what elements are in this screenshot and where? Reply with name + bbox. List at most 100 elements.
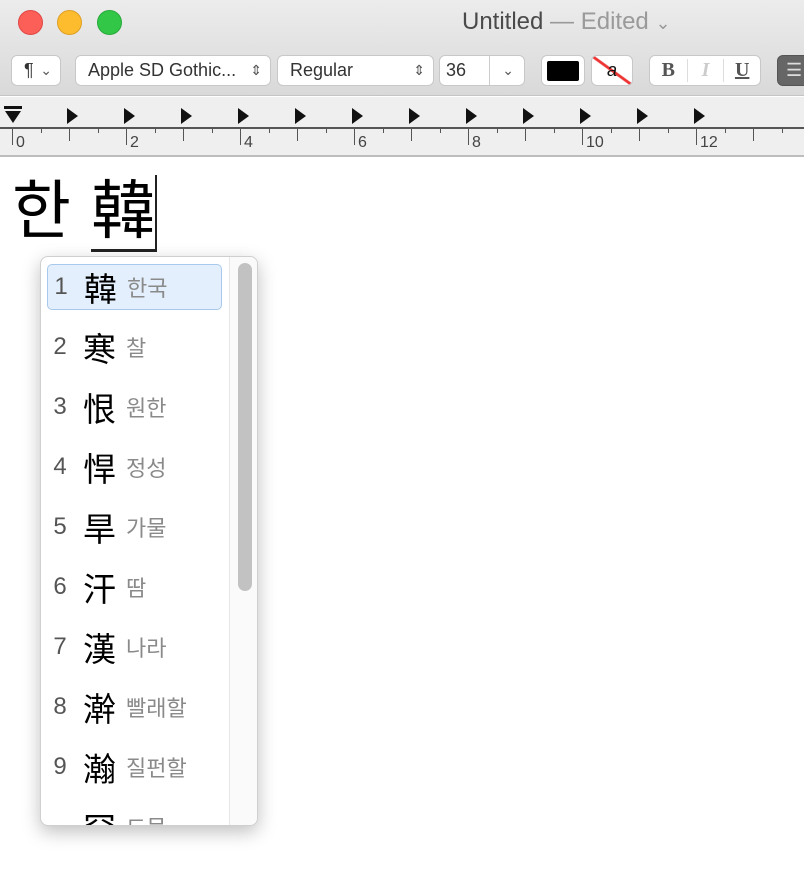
ruler-tick — [781, 127, 783, 133]
ruler-tick — [667, 127, 669, 133]
candidate-hanja: 澣 — [83, 690, 116, 729]
close-button[interactable] — [18, 10, 43, 35]
highlight-color-button[interactable]: a — [591, 55, 633, 86]
candidate-item[interactable]: 2寒찰 — [47, 324, 222, 370]
candidate-reading: 나라 — [126, 637, 167, 662]
style-buttons: B I U — [649, 55, 761, 86]
font-family-select[interactable]: Apple SD Gothic... ⇕ — [75, 55, 271, 86]
tab-stop-icon[interactable] — [352, 108, 363, 124]
candidate-reading: 가물 — [126, 517, 167, 542]
candidate-number: 9 — [53, 753, 67, 780]
font-size-input[interactable]: 36 — [446, 60, 466, 81]
font-style-select[interactable]: Regular ⇕ — [277, 55, 434, 86]
updown-icon: ⇕ — [250, 62, 262, 78]
candidate-reading: 정성 — [126, 457, 167, 482]
title-bar: Untitled — Edited ⌄ ¶ ⌄ Apple SD Gothic..… — [0, 0, 804, 96]
candidate-reading: 땀 — [126, 577, 147, 602]
updown-icon: ⇕ — [413, 62, 425, 78]
scrollbar-thumb[interactable] — [238, 263, 252, 591]
tab-stop-icon[interactable] — [466, 108, 477, 124]
candidate-number: 3 — [53, 393, 67, 420]
ruler-tick — [496, 127, 498, 133]
candidate-item[interactable]: 6汗땀 — [47, 564, 222, 610]
tab-stop-icon[interactable] — [124, 108, 135, 124]
candidate-reading: 원한 — [126, 397, 167, 422]
text-color-button[interactable] — [541, 55, 585, 86]
candidate-number: 8 — [53, 693, 67, 720]
align-left-button[interactable]: ☰ — [777, 55, 804, 86]
candidate-number: 4 — [53, 453, 67, 480]
tab-stop-icon[interactable] — [238, 108, 249, 124]
ruler-tick — [724, 127, 726, 133]
hanja-candidate-window: 罕 드물 9瀚 질펀할 8澣 빨래할 7漢 나라 6汗땀 5旱 가물 4悍 정성 3恨 원한 2寒찰 1韓 한국 — [40, 256, 258, 826]
tab-stop-icon[interactable] — [523, 108, 534, 124]
pilcrow-icon: ¶ — [24, 60, 34, 80]
candidate-item[interactable]: 7 漢 나라 — [47, 624, 222, 670]
chevron-down-icon: ⌄ — [655, 13, 671, 33]
chevron-down-icon: ⌄ — [40, 62, 52, 78]
ruler-label: 4 — [244, 134, 253, 151]
font-family-value: Apple SD Gothic... — [88, 60, 237, 80]
ruler-tick — [97, 127, 99, 133]
candidate-reading: 드물 — [126, 811, 166, 825]
ruler-label: 12 — [700, 134, 718, 151]
candidate-item[interactable]: 5 旱 가물 — [47, 504, 222, 550]
candidate-reading: 빨래할 — [126, 697, 187, 722]
underline-button[interactable]: U — [723, 59, 760, 82]
tab-stop-icon[interactable] — [181, 108, 192, 124]
candidate-item[interactable]: 9 瀚 질펀할 — [47, 744, 222, 790]
ruler-tick — [411, 127, 412, 141]
candidate-item[interactable]: 8 澣 빨래할 — [47, 684, 222, 730]
tab-stop-icon[interactable] — [295, 108, 306, 124]
tab-stop-icon[interactable] — [409, 108, 420, 124]
candidate-hanja: 悍 — [83, 450, 116, 489]
ruler-tick — [183, 127, 184, 141]
candidate-hanja: 寒 — [83, 330, 116, 369]
tab-stop-icon[interactable] — [637, 108, 648, 124]
ruler-tick — [639, 127, 640, 141]
candidate-scrollbar[interactable] — [229, 257, 257, 825]
edited-status: — Edited — [550, 8, 649, 35]
ruler-label: 0 — [16, 134, 25, 151]
ruler-tick — [610, 127, 612, 133]
zoom-button[interactable] — [97, 10, 122, 35]
candidate-hanja: 恨 — [83, 390, 116, 429]
candidate-item[interactable]: 4 悍 정성 — [47, 444, 222, 490]
ruler-tick — [297, 127, 298, 141]
highlight-label: a — [606, 60, 617, 80]
candidate-item[interactable]: 1 韓 한국 — [47, 264, 222, 310]
candidate-hanja: 瀚 — [83, 750, 116, 789]
ruler-tick — [268, 127, 270, 133]
ruler-tick — [439, 127, 441, 133]
tab-stop-icon[interactable] — [67, 108, 78, 124]
candidate-number: 5 — [53, 513, 67, 540]
tab-stop-icon[interactable] — [580, 108, 591, 124]
minimize-button[interactable] — [57, 10, 82, 35]
color-swatch — [547, 60, 579, 81]
ruler-label: 10 — [586, 134, 604, 151]
paragraph-style-button[interactable]: ¶ ⌄ — [11, 55, 61, 86]
tab-stop-icon[interactable] — [694, 108, 705, 124]
candidate-reading: 질펀할 — [126, 757, 187, 782]
candidate-number: 6 — [53, 573, 67, 600]
candidate-hanja: 韓 — [84, 270, 117, 309]
candidate-number: 1 — [54, 273, 68, 300]
document-body[interactable]: 한 韓 — [12, 160, 158, 252]
candidate-number: 7 — [53, 633, 67, 660]
font-size-combo[interactable]: 36 ⌄ — [439, 55, 525, 86]
ruler-tick — [211, 127, 213, 133]
ruler-tick — [12, 127, 13, 145]
window-title[interactable]: Untitled — Edited ⌄ — [462, 8, 671, 36]
chevron-down-icon[interactable]: ⌄ — [502, 62, 514, 79]
indent-marker-icon[interactable] — [5, 111, 21, 123]
first-line-indent-marker[interactable] — [4, 106, 22, 109]
ruler-tick — [240, 127, 241, 145]
ruler[interactable]: 0 2 4 6 8 10 12 — [0, 97, 804, 157]
ruler-tick — [382, 127, 384, 133]
ruler-tick — [753, 127, 754, 141]
italic-button[interactable]: I — [686, 59, 724, 82]
candidate-item[interactable]: 3 恨 원한 — [47, 384, 222, 430]
composing-text: 韓 — [91, 175, 158, 252]
bold-button[interactable]: B — [650, 59, 687, 82]
candidate-item[interactable]: 罕 드물 — [47, 804, 222, 825]
